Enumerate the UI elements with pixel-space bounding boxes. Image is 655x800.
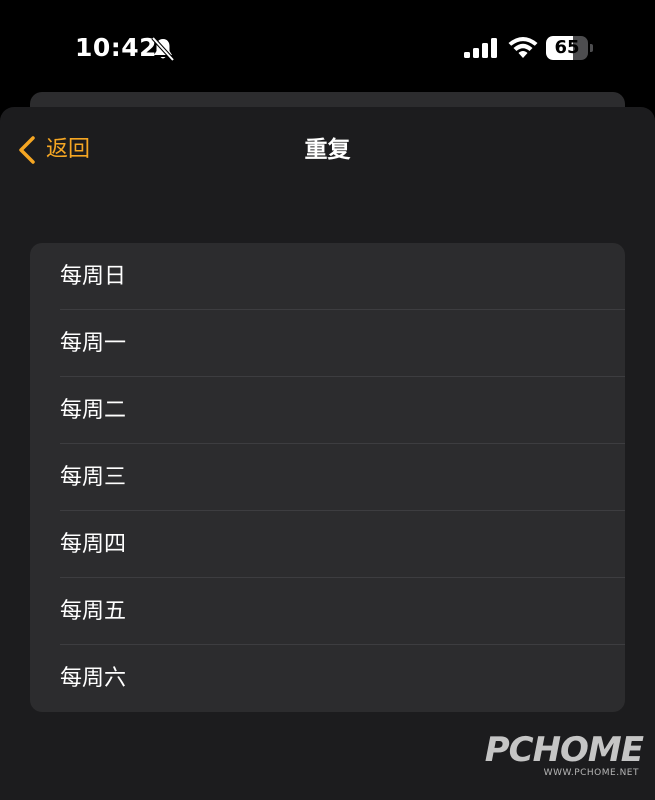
list-item-label: 每周五 bbox=[60, 599, 127, 624]
back-button[interactable]: 返回 bbox=[16, 132, 90, 168]
status-time: 10:42 bbox=[75, 33, 158, 62]
repeat-options-list: 每周日 每周一 每周二 每周三 每周四 每周五 每周六 bbox=[30, 243, 625, 712]
back-button-label: 返回 bbox=[46, 137, 91, 162]
list-item-label: 每周三 bbox=[60, 465, 127, 490]
chevron-left-icon bbox=[19, 136, 35, 164]
battery-icon: 65 bbox=[546, 36, 593, 60]
list-item-label: 每周六 bbox=[60, 666, 127, 691]
list-item-label: 每周四 bbox=[60, 532, 127, 557]
screen: 10:42 65 重复 返回 每周日 每周一 每周二 每周三 每周四 每周五 每… bbox=[0, 0, 655, 800]
list-item-wednesday[interactable]: 每周三 bbox=[30, 444, 625, 511]
list-item-label: 每周一 bbox=[60, 331, 127, 356]
list-item-monday[interactable]: 每周一 bbox=[30, 310, 625, 377]
list-item-saturday[interactable]: 每周六 bbox=[30, 645, 625, 712]
battery-level: 65 bbox=[554, 37, 580, 58]
watermark-logo: PCHOME bbox=[484, 730, 644, 770]
list-item-friday[interactable]: 每周五 bbox=[30, 578, 625, 645]
list-item-thursday[interactable]: 每周四 bbox=[30, 511, 625, 578]
list-item-sunday[interactable]: 每周日 bbox=[30, 243, 625, 310]
status-bar: 10:42 65 bbox=[0, 0, 655, 92]
watermark-url: WWW.PCHOME.NET bbox=[543, 768, 639, 778]
list-item-label: 每周日 bbox=[60, 264, 127, 289]
signal-icon bbox=[464, 38, 497, 58]
wifi-icon bbox=[508, 37, 538, 58]
battery-cap bbox=[590, 44, 593, 52]
bell-slash-icon bbox=[151, 36, 175, 62]
page-title: 重复 bbox=[304, 137, 351, 163]
pchome-watermark: PCHOME WWW.PCHOME.NET bbox=[485, 730, 644, 790]
list-item-label: 每周二 bbox=[60, 398, 127, 423]
list-item-tuesday[interactable]: 每周二 bbox=[30, 377, 625, 444]
battery-body: 65 bbox=[546, 36, 588, 60]
